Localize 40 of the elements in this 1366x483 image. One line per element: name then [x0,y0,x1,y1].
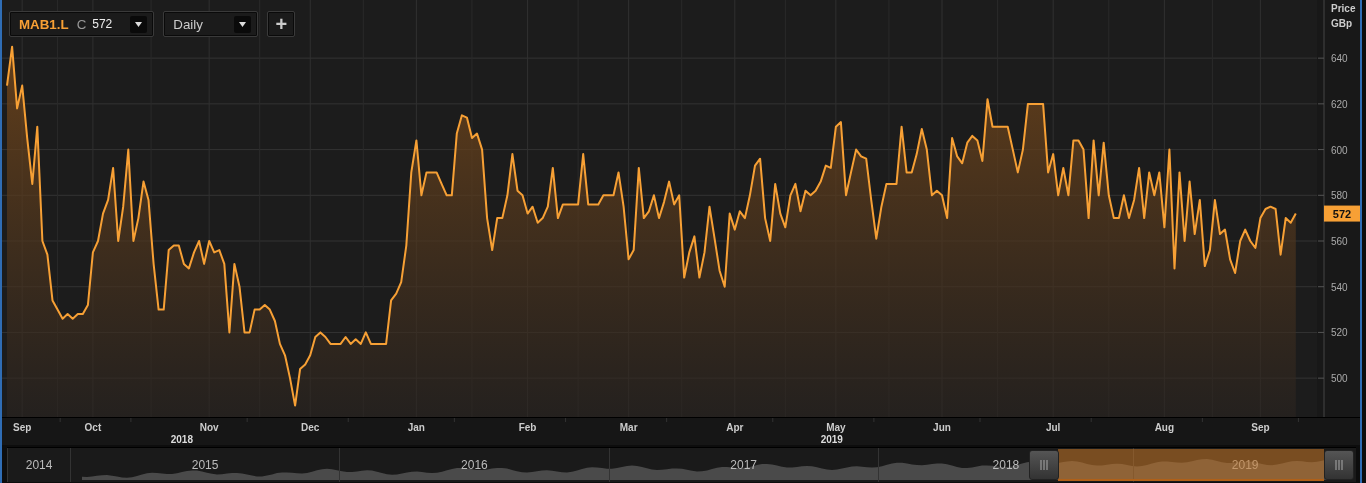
year-label: 2018 [170,434,193,445]
axis-label: Dec [301,422,320,433]
axis-label: Nov [199,422,219,433]
axis-label: Sep [1251,422,1270,433]
axis-label: Aug [1154,422,1175,433]
axis-label: Apr [726,422,744,433]
year-label: 2016 [461,458,488,472]
range-handle[interactable] [1324,450,1354,480]
interval-dropdown[interactable]: Daily [163,11,259,37]
axis-label: Oct [84,422,102,433]
year-label: 2019 [1231,458,1259,472]
add-button[interactable]: + [267,11,296,37]
axis-label: Jun [933,422,951,433]
symbol-dropdown[interactable]: MAB1.L C 572 [9,11,155,37]
axis-label: May [826,422,846,433]
axis-label: 540 [1331,281,1348,293]
axis-title: Price [1331,3,1356,14]
axis-label: 500 [1331,373,1348,385]
year-label: 2014 [25,458,53,472]
year-label: 2017 [730,458,758,472]
axis-unit: GBp [1331,18,1353,29]
axis-label: Jan [407,422,425,433]
axis-label: 600 [1331,144,1348,156]
axis-label: Feb [518,422,537,433]
axis-label: 580 [1331,190,1348,202]
caret-icon [234,15,252,33]
caret-icon [130,15,148,33]
axis-label: 560 [1331,236,1348,247]
grip-icon [1039,460,1049,470]
range-handle[interactable] [1029,450,1059,480]
year-label: 2019 [820,434,843,445]
grip-icon [1334,460,1344,470]
axis-label: Jul [1045,422,1061,433]
axis-label: Sep [13,422,32,433]
axis-label: 520 [1331,327,1348,339]
axis-label: 620 [1331,98,1348,110]
axis-label: Mar [619,422,638,433]
year-label: 2018 [992,458,1020,472]
axis-label: 640 [1331,53,1348,65]
year-label: 2015 [191,458,219,472]
